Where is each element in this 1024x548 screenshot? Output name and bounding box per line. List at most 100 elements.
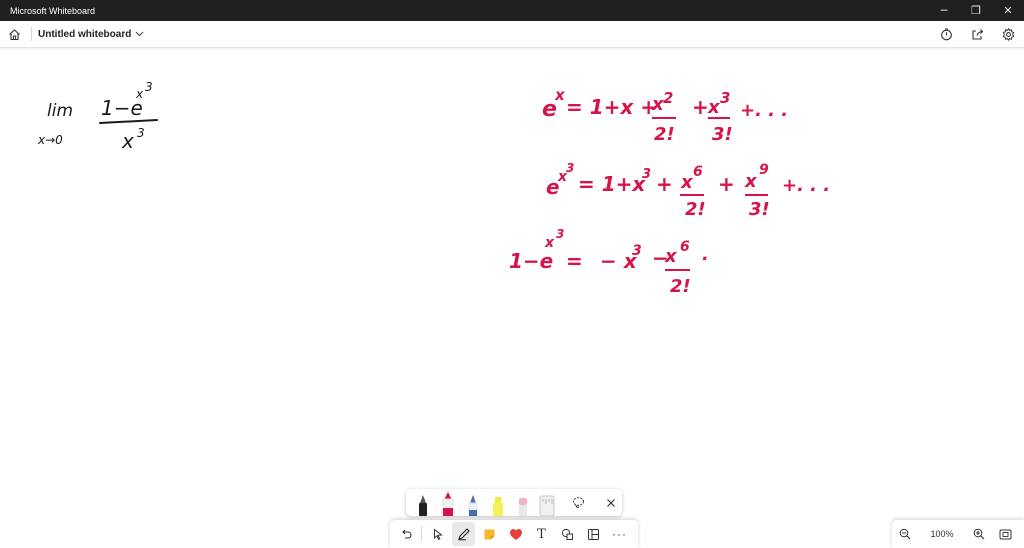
blue-pen-icon [468,495,478,516]
pen-tray [406,489,622,516]
toolbar-divider [421,526,422,542]
pen-tray-item-red[interactable] [439,491,458,516]
timer-icon [941,28,952,41]
zoom-in-button[interactable] [966,521,992,547]
fit-view-button[interactable] [992,521,1018,547]
red-series-line-1: e x = 1+x + x 2 2! + x 3 3! +. . . [542,86,788,145]
l2-term9: x [744,171,758,192]
window-controls: ─ ❐ ✕ [928,0,1024,21]
zoom-out-icon [899,528,911,540]
l2-term9-exp: 9 [759,162,769,178]
l3-fact2: 2! [670,276,691,297]
templates-icon [588,528,599,540]
share-icon [972,29,984,40]
l1-plus: + [692,95,709,119]
l2-tail: +. . . [782,175,830,196]
home-button[interactable] [1,21,27,47]
denominator-exponent: 3 [137,126,145,140]
board-title: Untitled whiteboard [38,28,132,40]
fit-view-icon [999,529,1011,539]
l3-left: 1−e [509,249,553,273]
app-bar: Untitled whiteboard [0,21,1024,48]
zoom-in-icon [973,528,985,540]
pen-icon [457,528,470,541]
timer-button[interactable] [931,21,962,48]
undo-icon [401,529,412,539]
reactions-button[interactable] [504,522,527,546]
text-tool-label: T [537,526,546,542]
home-icon [8,28,20,40]
zoom-out-button[interactable] [892,521,918,547]
numerator-exponent-power: 3 [145,80,153,94]
l3-term-b-exp: 6 [680,239,690,255]
l1-body: = 1+x + [566,95,657,119]
lasso-icon [572,497,584,508]
more-button[interactable]: ··· [608,522,631,546]
l3-dot: . [702,244,709,265]
l3-exp-power: 3 [556,227,564,241]
l1-tail: +. . . [740,100,788,121]
eraser-icon [518,498,527,516]
minimize-button[interactable]: ─ [928,0,960,21]
l2-body-exp: 3 [642,167,651,182]
lasso-select-button[interactable] [567,489,590,516]
pen-tool-button[interactable] [452,522,475,546]
l3-exp: x [544,235,555,251]
l1-term3-exp: 3 [720,89,730,107]
l1-fact2: 2! [654,124,675,145]
ruler-icon [539,495,555,516]
l3-term-a-exp: 3 [632,243,642,259]
pen-tray-item-ruler[interactable] [538,491,557,516]
pen-tray-item-blue[interactable] [464,491,483,516]
undo-button[interactable] [394,522,417,546]
pen-tray-item-highlighter[interactable] [488,491,507,516]
black-limit-expression: lim x→0 1−e x 3 x 3 [37,80,158,153]
l3-equals: = [566,249,583,273]
chevron-down-icon [135,31,144,37]
whiteboard-canvas[interactable]: lim x→0 1−e x 3 x 3 e x = 1+x + x 2 2! +… [0,48,1024,548]
zoom-controls: 100% [892,520,1024,548]
red-series-line-3: 1−e x 3 = − x 3 − x 6 2! . [509,227,709,297]
share-button[interactable] [962,21,993,48]
more-label: ··· [612,527,627,541]
lim-label: lim [47,101,73,121]
ink-layer: lim x→0 1−e x 3 x 3 e x = 1+x + x 2 2! +… [37,80,830,297]
l3-term-b: x [664,246,678,267]
fraction-bar [99,119,158,124]
l1-term3: x [707,97,721,118]
pen-tray-item-black[interactable] [414,491,433,516]
restore-button[interactable]: ❐ [960,0,992,21]
templates-button[interactable] [582,522,605,546]
l2-plus: + [656,172,673,196]
settings-button[interactable] [993,21,1024,48]
bottom-toolbar: T ··· [390,520,638,548]
appbar-actions [931,21,1024,48]
l2-exp-power: 3 [566,161,574,175]
denominator: x [121,129,134,153]
board-title-button[interactable]: Untitled whiteboard [38,29,144,40]
gear-icon [1002,28,1015,41]
red-series-line-2: e x 3 = 1+x 3 + x 6 2! + x 9 3! +. . . [546,161,830,220]
l1-fact3: 3! [712,124,733,145]
sticky-note-icon [484,529,495,539]
l2-fact3: 3! [749,199,770,220]
l2-plus2: + [718,172,735,196]
highlighter-icon [492,497,503,516]
black-pen-icon [419,495,428,516]
pen-tray-item-eraser[interactable] [513,491,532,516]
shapes-button[interactable] [556,522,579,546]
close-window-button[interactable]: ✕ [992,0,1024,21]
sticky-note-button[interactable] [478,522,501,546]
text-tool-button[interactable]: T [530,522,553,546]
appbar-divider [31,27,32,41]
l2-fact2: 2! [685,199,706,220]
close-pen-tray-button[interactable] [599,489,622,516]
l2-body: = 1+x [578,172,646,196]
l2-term6-exp: 6 [693,164,703,180]
select-tool-button[interactable] [426,522,449,546]
l2-term6: x [680,172,694,193]
shapes-icon [561,528,573,540]
l1-term2-exp: 2 [663,89,673,107]
numerator-exponent: x [135,87,144,101]
zoom-level[interactable]: 100% [918,529,966,539]
